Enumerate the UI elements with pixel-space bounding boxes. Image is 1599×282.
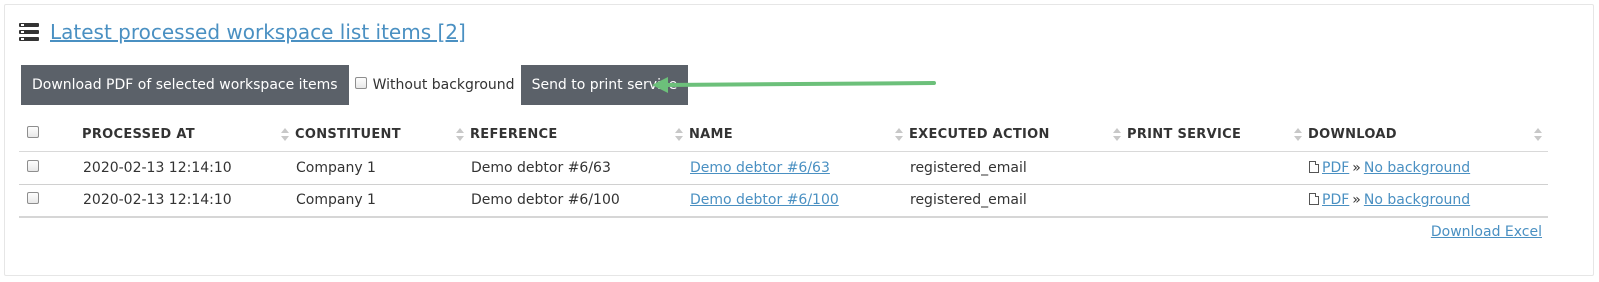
sort-icon[interactable]: [1113, 128, 1121, 142]
sort-icon[interactable]: [1534, 128, 1542, 142]
workspace-items-table: PROCESSED AT CONSTITUENT REFERENCE NAME …: [19, 118, 1548, 218]
executed-action-cell: registered_email: [909, 184, 1127, 218]
column-label: REFERENCE: [470, 126, 558, 142]
column-print-service[interactable]: PRINT SERVICE: [1127, 118, 1308, 152]
column-reference[interactable]: REFERENCE: [470, 118, 689, 152]
toolbar: Download PDF of selected workspace items…: [21, 65, 689, 105]
column-label: EXECUTED ACTION: [909, 126, 1050, 142]
download-cell: PDF» No background: [1308, 151, 1548, 185]
row-checkbox[interactable]: [27, 159, 39, 172]
executed-action-cell: registered_email: [909, 151, 1127, 185]
processed-at-cell: 2020-02-13 12:14:10: [82, 151, 295, 185]
sort-icon[interactable]: [895, 128, 903, 142]
without-background-option[interactable]: Without background: [354, 77, 515, 93]
print-service-cell: [1127, 184, 1308, 218]
processed-at-cell: 2020-02-13 12:14:10: [82, 184, 295, 218]
pdf-file-icon: [1309, 193, 1319, 206]
sort-icon[interactable]: [281, 128, 289, 142]
column-label: PROCESSED AT: [82, 126, 195, 142]
constituent-cell: Company 1: [295, 151, 470, 185]
column-label: PRINT SERVICE: [1127, 126, 1242, 142]
constituent-cell: Company 1: [295, 184, 470, 218]
table-header-row: PROCESSED AT CONSTITUENT REFERENCE NAME …: [19, 118, 1548, 152]
sort-icon[interactable]: [1294, 128, 1302, 142]
column-download[interactable]: DOWNLOAD: [1308, 118, 1548, 152]
table-row: 2020-02-13 12:14:10 Company 1 Demo debto…: [19, 184, 1548, 218]
row-select-cell: [19, 184, 82, 218]
column-label: DOWNLOAD: [1308, 126, 1397, 142]
arrow-annotation-icon: [652, 77, 936, 93]
sort-icon[interactable]: [456, 128, 464, 142]
sort-icon[interactable]: [675, 128, 683, 142]
row-checkbox[interactable]: [27, 192, 39, 205]
separator: »: [1352, 159, 1361, 176]
list-icon: [19, 23, 39, 41]
row-select-cell: [19, 151, 82, 185]
reference-cell: Demo debtor #6/100: [470, 184, 689, 218]
pdf-file-icon: [1309, 160, 1319, 173]
separator: »: [1352, 192, 1361, 209]
pdf-download-link[interactable]: PDF: [1322, 160, 1349, 176]
reference-cell: Demo debtor #6/63: [470, 151, 689, 185]
table-row: 2020-02-13 12:14:10 Company 1 Demo debto…: [19, 151, 1548, 185]
download-pdf-button[interactable]: Download PDF of selected workspace items: [21, 65, 349, 105]
column-name[interactable]: NAME: [689, 118, 909, 152]
no-background-link[interactable]: No background: [1364, 160, 1470, 176]
column-label: NAME: [689, 126, 733, 142]
item-name-link[interactable]: Demo debtor #6/100: [690, 192, 839, 208]
column-processed-at[interactable]: PROCESSED AT: [82, 118, 295, 152]
name-cell: Demo debtor #6/63: [689, 151, 909, 185]
download-excel-link[interactable]: Download Excel: [1431, 224, 1542, 240]
latest-items-title-link[interactable]: Latest processed workspace list items [2…: [50, 20, 466, 44]
download-cell: PDF» No background: [1308, 184, 1548, 218]
print-service-cell: [1127, 151, 1308, 185]
column-constituent[interactable]: CONSTITUENT: [295, 118, 470, 152]
without-background-label: Without background: [372, 77, 515, 93]
without-background-checkbox[interactable]: [354, 77, 367, 89]
no-background-link[interactable]: No background: [1364, 192, 1470, 208]
pdf-download-link[interactable]: PDF: [1322, 192, 1349, 208]
select-all-header: [19, 118, 82, 152]
name-cell: Demo debtor #6/100: [689, 184, 909, 218]
panel-header: Latest processed workspace list items [2…: [19, 18, 466, 46]
item-name-link[interactable]: Demo debtor #6/63: [690, 160, 830, 176]
column-label: CONSTITUENT: [295, 126, 401, 142]
column-executed-action[interactable]: EXECUTED ACTION: [909, 118, 1127, 152]
select-all-checkbox[interactable]: [27, 125, 39, 138]
